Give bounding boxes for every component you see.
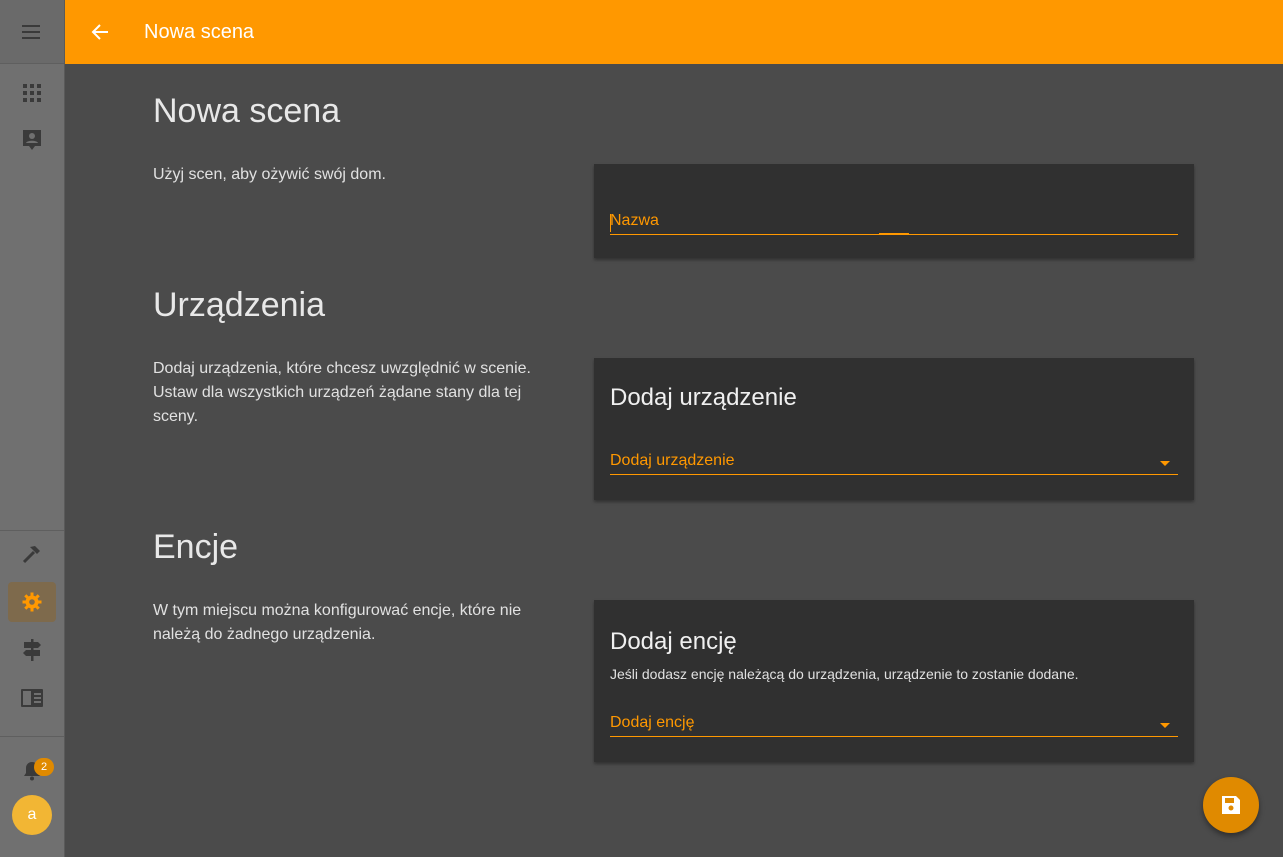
hammer-icon bbox=[22, 546, 40, 564]
apps-grid-icon bbox=[23, 84, 41, 102]
add-entity-select[interactable]: Dodaj encję bbox=[610, 710, 1178, 737]
sidebar-item-map[interactable] bbox=[8, 630, 56, 670]
sidebar-item-logbook[interactable] bbox=[8, 678, 56, 718]
add-device-card: Dodaj urządzenie Dodaj urządzenie bbox=[594, 358, 1194, 500]
save-icon bbox=[1222, 796, 1240, 814]
signpost-icon bbox=[23, 639, 41, 661]
sidebar-item-settings[interactable] bbox=[8, 582, 56, 622]
sidebar-item-person[interactable] bbox=[8, 120, 56, 160]
sidebar-item-overview[interactable] bbox=[8, 73, 56, 113]
sidebar: 2 a bbox=[0, 0, 65, 857]
add-device-select[interactable]: Dodaj urządzenie bbox=[610, 448, 1178, 475]
entities-section-title: Encje bbox=[153, 528, 239, 566]
scene-name-card: Nazwa bbox=[594, 164, 1194, 258]
add-entity-card-title: Dodaj encję bbox=[610, 628, 737, 655]
dropdown-arrow-icon bbox=[1160, 723, 1170, 728]
page-title: Nowa scena bbox=[144, 20, 255, 43]
app-header: Nowa scena bbox=[65, 0, 1283, 64]
menu-icon bbox=[22, 24, 40, 39]
back-button[interactable] bbox=[80, 12, 120, 52]
add-entity-select-label: Dodaj encję bbox=[610, 714, 695, 731]
add-device-select-label: Dodaj urządzenie bbox=[610, 452, 735, 469]
scene-section-description: Użyj scen, aby ożywić swój dom. bbox=[153, 166, 386, 183]
arrow-left-icon bbox=[91, 24, 108, 40]
entities-section-description: W tym miejscu można konfigurować encje, … bbox=[153, 602, 522, 643]
scene-section-title: Nowa scena bbox=[153, 92, 341, 130]
dropdown-arrow-icon bbox=[1160, 461, 1170, 466]
devices-section-description: Dodaj urządzenia, które chcesz uwzględni… bbox=[153, 360, 531, 425]
notification-count-badge: 2 bbox=[34, 758, 54, 776]
sidebar-item-developer-tools[interactable] bbox=[8, 534, 56, 574]
avatar[interactable]: a bbox=[12, 795, 52, 835]
book-icon bbox=[21, 689, 43, 707]
menu-button[interactable] bbox=[0, 0, 64, 64]
devices-section-title: Urządzenia bbox=[153, 286, 325, 324]
person-card-icon bbox=[23, 130, 41, 150]
save-button[interactable] bbox=[1203, 777, 1259, 833]
scene-name-label: Nazwa bbox=[610, 212, 659, 229]
add-device-card-title: Dodaj urządzenie bbox=[610, 384, 797, 411]
scene-name-field[interactable]: Nazwa bbox=[610, 208, 1178, 235]
add-entity-card-note: Jeśli dodasz encję należącą do urządzeni… bbox=[610, 666, 1079, 682]
gear-icon bbox=[22, 592, 42, 612]
add-entity-card: Dodaj encję Jeśli dodasz encję należącą … bbox=[594, 600, 1194, 762]
